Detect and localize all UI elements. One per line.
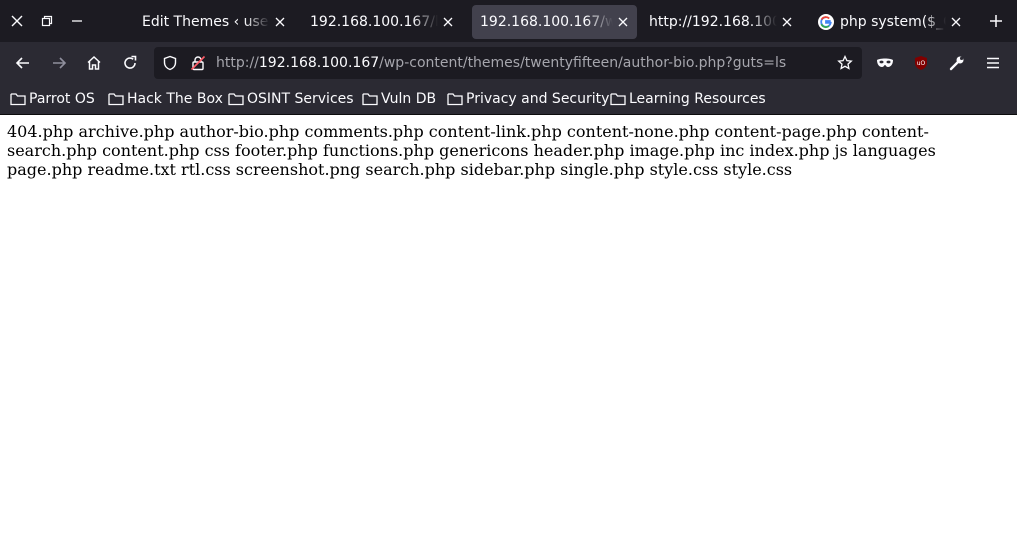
- shield-icon: [163, 55, 177, 71]
- wrench-icon: [949, 56, 964, 71]
- tab-title: http://192.168.100.1: [649, 14, 777, 30]
- bookmark-folder-osint-services[interactable]: OSINT Services: [228, 84, 354, 114]
- folder-icon: [447, 93, 463, 106]
- close-window-button[interactable]: [2, 0, 32, 42]
- close-icon: [951, 17, 961, 27]
- tab-title: Edit Themes ‹ user's: [142, 14, 270, 30]
- tab-close-button[interactable]: [617, 16, 629, 28]
- close-icon: [275, 17, 285, 27]
- back-icon: [15, 57, 29, 69]
- url-path: /wp-content/themes/twentyfifteen/author-…: [379, 55, 787, 71]
- home-button[interactable]: [79, 48, 109, 78]
- folder-icon: [108, 93, 124, 106]
- tab-author-bio-active[interactable]: 192.168.100.167/wp: [472, 5, 637, 39]
- tab-close-button[interactable]: [781, 16, 793, 28]
- tab-close-button[interactable]: [442, 16, 454, 28]
- tab-close-button[interactable]: [274, 16, 286, 28]
- restore-icon: [41, 15, 53, 27]
- minimize-window-button[interactable]: [62, 0, 92, 42]
- close-icon: [618, 17, 628, 27]
- bookmark-folder-vuln-db[interactable]: Vuln DB: [362, 84, 436, 114]
- close-icon: [443, 17, 453, 27]
- nav-toolbar: http://192.168.100.167/wp-content/themes…: [0, 42, 1017, 84]
- folder-icon: [10, 93, 26, 106]
- private-mask-button[interactable]: [870, 48, 900, 78]
- bookmark-label: Hack The Box: [127, 91, 223, 107]
- bookmark-label: Vuln DB: [381, 91, 437, 107]
- bookmark-label: Parrot OS: [29, 91, 95, 107]
- tab-title: 192.168.100.167/wp: [480, 14, 613, 30]
- google-icon: [818, 14, 834, 30]
- tab-http-url[interactable]: http://192.168.100.1: [641, 5, 801, 39]
- forward-button[interactable]: [44, 48, 74, 78]
- home-icon: [87, 55, 101, 70]
- tab-google-search[interactable]: php system($_GE: [810, 5, 970, 39]
- bookmark-folder-learning-resources[interactable]: Learning Resources: [610, 84, 766, 114]
- back-button[interactable]: [8, 48, 38, 78]
- ublock-icon: uO: [915, 56, 927, 70]
- tracking-protection-button[interactable]: [162, 55, 178, 75]
- plus-icon: [990, 15, 1002, 27]
- forward-icon: [53, 57, 67, 69]
- command-output: 404.php archive.php author-bio.php comme…: [7, 122, 936, 179]
- tools-button[interactable]: [942, 48, 972, 78]
- site-info-button[interactable]: [190, 55, 206, 75]
- tab-strip: Edit Themes ‹ user's 192.168.100.167/key…: [0, 0, 1017, 42]
- bookmark-label: Privacy and Security: [466, 91, 610, 107]
- bookmark-folder-privacy-security[interactable]: Privacy and Security: [447, 84, 609, 114]
- bookmark-label: Learning Resources: [629, 91, 766, 107]
- folder-icon: [610, 93, 626, 106]
- mask-icon: [877, 58, 893, 67]
- tab-title: php system($_GE: [840, 14, 946, 30]
- ublock-button[interactable]: uO: [906, 48, 936, 78]
- close-icon: [11, 15, 23, 27]
- reload-icon: [124, 55, 137, 69]
- bookmark-folder-parrot-os[interactable]: Parrot OS: [10, 84, 95, 114]
- bookmarks-toolbar: Parrot OS Hack The Box OSINT Services Vu…: [0, 84, 1017, 115]
- star-icon: [837, 54, 853, 70]
- tab-title: 192.168.100.167/key: [310, 14, 438, 30]
- folder-icon: [228, 93, 244, 106]
- insecure-lock-icon: [190, 55, 206, 71]
- tab-key[interactable]: 192.168.100.167/key: [302, 5, 462, 39]
- bookmark-label: OSINT Services: [247, 91, 354, 107]
- url-bar[interactable]: http://192.168.100.167/wp-content/themes…: [154, 47, 862, 79]
- url-text[interactable]: http://192.168.100.167/wp-content/themes…: [216, 47, 786, 79]
- reload-button[interactable]: [115, 48, 145, 78]
- folder-icon: [362, 93, 378, 106]
- url-scheme: http://: [216, 55, 259, 71]
- bookmark-folder-hack-the-box[interactable]: Hack The Box: [108, 84, 223, 114]
- restore-window-button[interactable]: [32, 0, 62, 42]
- close-icon: [782, 17, 792, 27]
- menu-icon: [987, 57, 999, 69]
- tab-edit-themes[interactable]: Edit Themes ‹ user's: [134, 5, 294, 39]
- bookmark-star-button[interactable]: [837, 54, 853, 75]
- minimize-icon: [72, 20, 82, 22]
- svg-text:uO: uO: [917, 60, 926, 67]
- url-host: 192.168.100.167: [258, 55, 380, 71]
- new-tab-button[interactable]: [981, 0, 1011, 42]
- tab-close-button[interactable]: [950, 16, 962, 28]
- app-menu-button[interactable]: [978, 48, 1008, 78]
